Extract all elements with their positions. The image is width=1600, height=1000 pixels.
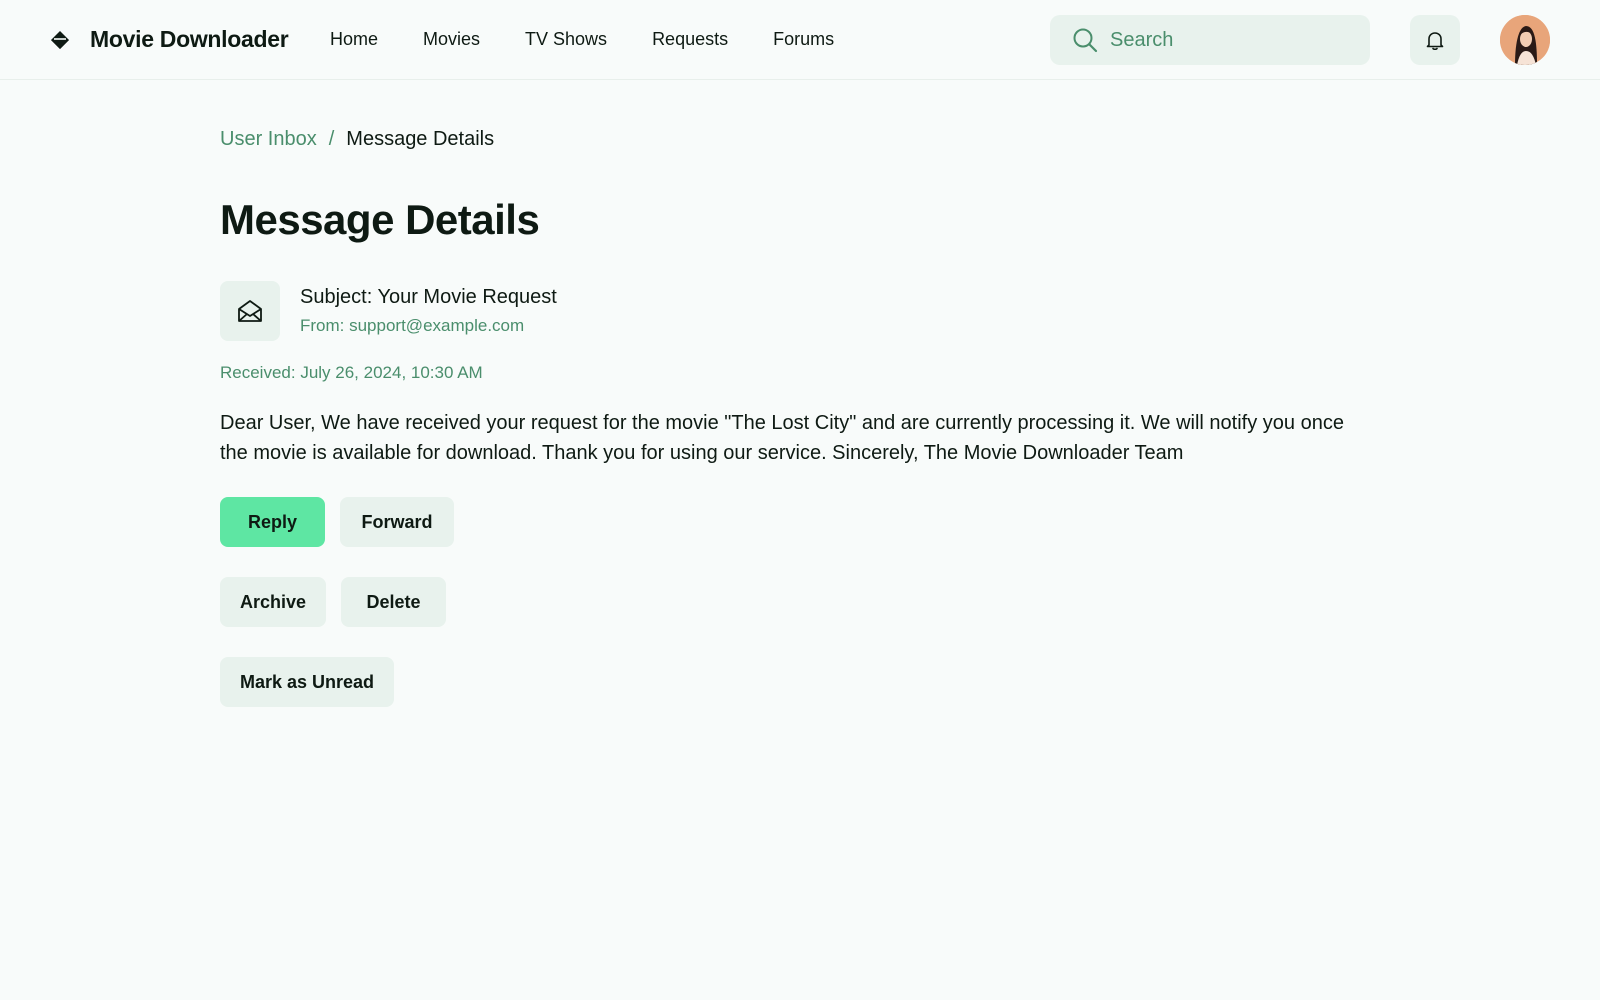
mark-unread-button[interactable]: Mark as Unread — [220, 657, 394, 707]
avatar-image — [1500, 15, 1550, 65]
nav-forums[interactable]: Forums — [773, 29, 834, 50]
breadcrumb-separator: / — [328, 128, 335, 150]
breadcrumb-current: Message Details — [346, 128, 495, 150]
message-received-date: Received: July 26, 2024, 10:30 AM — [220, 363, 483, 382]
mail-open-icon — [238, 300, 262, 322]
notifications-button[interactable] — [1410, 15, 1460, 65]
nav-movies[interactable]: Movies — [423, 29, 480, 50]
search-icon — [1073, 28, 1098, 53]
nav-requests[interactable]: Requests — [652, 29, 728, 50]
page-title: Message Details — [220, 196, 540, 243]
breadcrumb-user-inbox[interactable]: User Inbox — [220, 128, 317, 151]
brand-name[interactable]: Movie Downloader — [90, 26, 289, 53]
top-navbar: Movie Downloader Home Movies TV Shows Re… — [0, 0, 1600, 80]
diamond-logo-icon — [51, 31, 69, 49]
search-bar[interactable] — [1050, 15, 1370, 65]
search-input[interactable] — [1110, 28, 1340, 52]
bell-icon — [1426, 32, 1444, 51]
nav-tv-shows[interactable]: TV Shows — [525, 29, 607, 50]
delete-button[interactable]: Delete — [341, 577, 446, 627]
nav-home[interactable]: Home — [330, 29, 378, 50]
main-nav: Home Movies TV Shows Requests Forums — [330, 29, 879, 50]
user-avatar[interactable] — [1500, 15, 1550, 65]
forward-button[interactable]: Forward — [340, 497, 454, 547]
message-sender: From: support@example.com — [300, 316, 525, 335]
message-icon-box — [220, 281, 280, 341]
breadcrumb: User Inbox / Message Details — [220, 128, 494, 151]
reply-button[interactable]: Reply — [220, 497, 325, 547]
archive-button[interactable]: Archive — [220, 577, 326, 627]
message-subject: Subject: Your Movie Request — [300, 286, 557, 308]
message-body: Dear User, We have received your request… — [220, 412, 1344, 464]
